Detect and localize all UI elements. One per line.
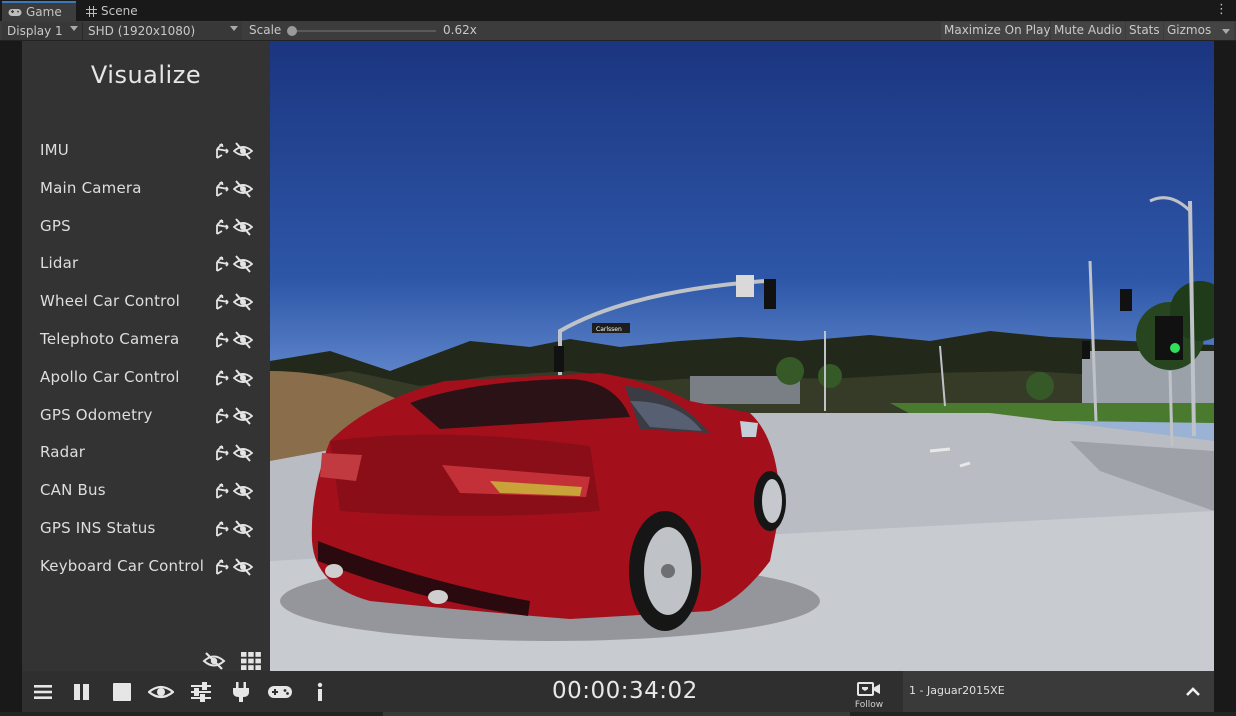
caret-down-icon bbox=[70, 26, 78, 31]
visibility-off-icon[interactable] bbox=[232, 141, 254, 161]
tab-game-label: Game bbox=[26, 5, 62, 19]
simulation-control-bar: 00:00:34:02 Follow 1 - Jaguar2015XE bbox=[22, 671, 1214, 712]
follow-camera-button[interactable]: Follow bbox=[846, 671, 892, 712]
street-sign: Carlssen bbox=[596, 326, 622, 333]
axes-toggle-icon[interactable] bbox=[213, 142, 231, 160]
visualize-item[interactable]: Lidar bbox=[22, 246, 270, 280]
tab-scene[interactable]: Scene bbox=[82, 1, 156, 21]
pause-icon[interactable] bbox=[71, 682, 93, 702]
axes-toggle-icon[interactable] bbox=[213, 218, 231, 236]
grid-icon bbox=[86, 5, 97, 17]
visualize-item[interactable]: Main Camera bbox=[22, 171, 270, 205]
caret-down-icon bbox=[230, 26, 238, 31]
visibility-off-icon[interactable] bbox=[232, 443, 254, 463]
visualize-item[interactable]: CAN Bus bbox=[22, 473, 270, 507]
plug-icon[interactable] bbox=[230, 682, 252, 702]
tab-game[interactable]: Game bbox=[2, 1, 76, 21]
visualize-item-label: GPS bbox=[40, 216, 71, 235]
axes-toggle-icon[interactable] bbox=[213, 331, 231, 349]
more-options-icon[interactable]: ⋮ bbox=[1215, 2, 1228, 17]
visualize-item-label: Wheel Car Control bbox=[40, 292, 180, 311]
simulation-timer: 00:00:34:02 bbox=[552, 678, 698, 704]
stats-button[interactable]: Stats bbox=[1126, 22, 1163, 40]
visibility-off-icon[interactable] bbox=[232, 217, 254, 237]
visualize-item-label: Main Camera bbox=[40, 178, 142, 197]
follow-camera-icon bbox=[857, 682, 880, 696]
chevron-up-icon[interactable] bbox=[1184, 683, 1202, 701]
visualize-item-label: Radar bbox=[40, 443, 86, 462]
tab-scene-label: Scene bbox=[101, 4, 138, 18]
axes-toggle-icon[interactable] bbox=[213, 180, 231, 198]
visibility-off-icon[interactable] bbox=[232, 292, 254, 312]
gamepad-icon[interactable] bbox=[267, 682, 293, 702]
hide-all-icon[interactable] bbox=[202, 651, 226, 671]
gizmos-button[interactable]: Gizmos bbox=[1164, 22, 1218, 40]
game-toolbar: Display 1 SHD (1920x1080) Scale 0.62x Ma… bbox=[0, 21, 1236, 41]
caret-down-icon bbox=[1222, 29, 1230, 34]
mute-audio-button[interactable]: Mute Audio bbox=[1051, 22, 1125, 40]
visibility-off-icon[interactable] bbox=[232, 179, 254, 199]
visualize-title: Visualize bbox=[90, 61, 202, 89]
visualize-item-label: Lidar bbox=[40, 254, 79, 273]
visualize-item-label: Keyboard Car Control bbox=[40, 556, 205, 575]
visualize-item[interactable]: GPS Odometry bbox=[22, 398, 270, 432]
display-dropdown-label: Display 1 bbox=[7, 24, 63, 38]
visualize-item[interactable]: Keyboard Car Control bbox=[22, 549, 270, 583]
axes-toggle-icon[interactable] bbox=[213, 520, 231, 538]
visualize-item-label: GPS Odometry bbox=[40, 405, 153, 424]
visibility-off-icon[interactable] bbox=[232, 368, 254, 388]
visualize-panel: Visualize IMU Main Camera GPS Lidar Wheel Ca… bbox=[22, 41, 270, 671]
maximize-on-play-button[interactable]: Maximize On Play bbox=[941, 22, 1051, 40]
scrollbar-thumb[interactable] bbox=[383, 712, 850, 716]
gamepad-icon bbox=[8, 8, 22, 17]
resolution-dropdown-label: SHD (1920x1080) bbox=[88, 24, 196, 38]
info-icon[interactable] bbox=[309, 682, 331, 702]
stop-icon[interactable] bbox=[111, 682, 133, 702]
scale-slider-handle[interactable] bbox=[287, 26, 297, 36]
scale-slider-track[interactable] bbox=[291, 30, 436, 32]
visualize-item-label: IMU bbox=[40, 141, 69, 159]
visualize-item[interactable]: GPS bbox=[22, 209, 270, 243]
visualize-item[interactable]: Telephoto Camera bbox=[22, 322, 270, 356]
axes-toggle-icon[interactable] bbox=[213, 407, 231, 425]
scale-value: 0.62x bbox=[443, 23, 477, 37]
visualize-item[interactable]: Radar bbox=[22, 435, 270, 469]
game-view: Visualize IMU Main Camera GPS Lidar Wheel Ca… bbox=[22, 41, 1214, 712]
axes-toggle-icon[interactable] bbox=[213, 293, 231, 311]
gizmos-dropdown[interactable] bbox=[1218, 22, 1234, 40]
eye-icon[interactable] bbox=[148, 682, 174, 702]
menu-icon[interactable] bbox=[32, 682, 54, 702]
resolution-dropdown[interactable]: SHD (1920x1080) bbox=[82, 22, 242, 40]
vehicle-selector[interactable]: 1 - Jaguar2015XE bbox=[903, 671, 1214, 712]
visibility-off-icon[interactable] bbox=[232, 330, 254, 350]
visualize-item[interactable]: IMU bbox=[22, 133, 270, 167]
editor-tab-bar: Game Scene ⋮ bbox=[0, 0, 1236, 21]
visualize-item[interactable]: Wheel Car Control bbox=[22, 284, 270, 318]
visualize-item-label: Apollo Car Control bbox=[40, 367, 180, 386]
sliders-icon[interactable] bbox=[190, 682, 212, 702]
scene-render: Carlssen bbox=[270, 196, 1214, 671]
scale-label: Scale bbox=[249, 23, 282, 37]
axes-toggle-icon[interactable] bbox=[213, 558, 231, 576]
visualize-item-label: CAN Bus bbox=[40, 481, 106, 500]
visibility-off-icon[interactable] bbox=[232, 254, 254, 274]
display-dropdown[interactable]: Display 1 bbox=[2, 22, 82, 40]
visibility-off-icon[interactable] bbox=[232, 406, 254, 426]
visualize-item-label: GPS INS Status bbox=[40, 519, 156, 537]
visualize-item-label: Telephoto Camera bbox=[40, 330, 180, 348]
visualize-item[interactable]: GPS INS Status bbox=[22, 511, 270, 545]
axes-toggle-icon[interactable] bbox=[213, 369, 231, 387]
vehicle-name: 1 - Jaguar2015XE bbox=[909, 684, 1005, 697]
axes-toggle-icon[interactable] bbox=[213, 255, 231, 273]
axes-toggle-icon[interactable] bbox=[213, 482, 231, 500]
follow-label: Follow bbox=[854, 700, 884, 710]
axes-toggle-icon[interactable] bbox=[213, 444, 231, 462]
visualize-item[interactable]: Apollo Car Control bbox=[22, 360, 270, 394]
visibility-off-icon[interactable] bbox=[232, 557, 254, 577]
grid-view-icon[interactable] bbox=[241, 652, 261, 670]
simulation-viewport[interactable]: Carlssen bbox=[270, 41, 1214, 671]
visibility-off-icon[interactable] bbox=[232, 519, 254, 539]
visibility-off-icon[interactable] bbox=[232, 481, 254, 501]
